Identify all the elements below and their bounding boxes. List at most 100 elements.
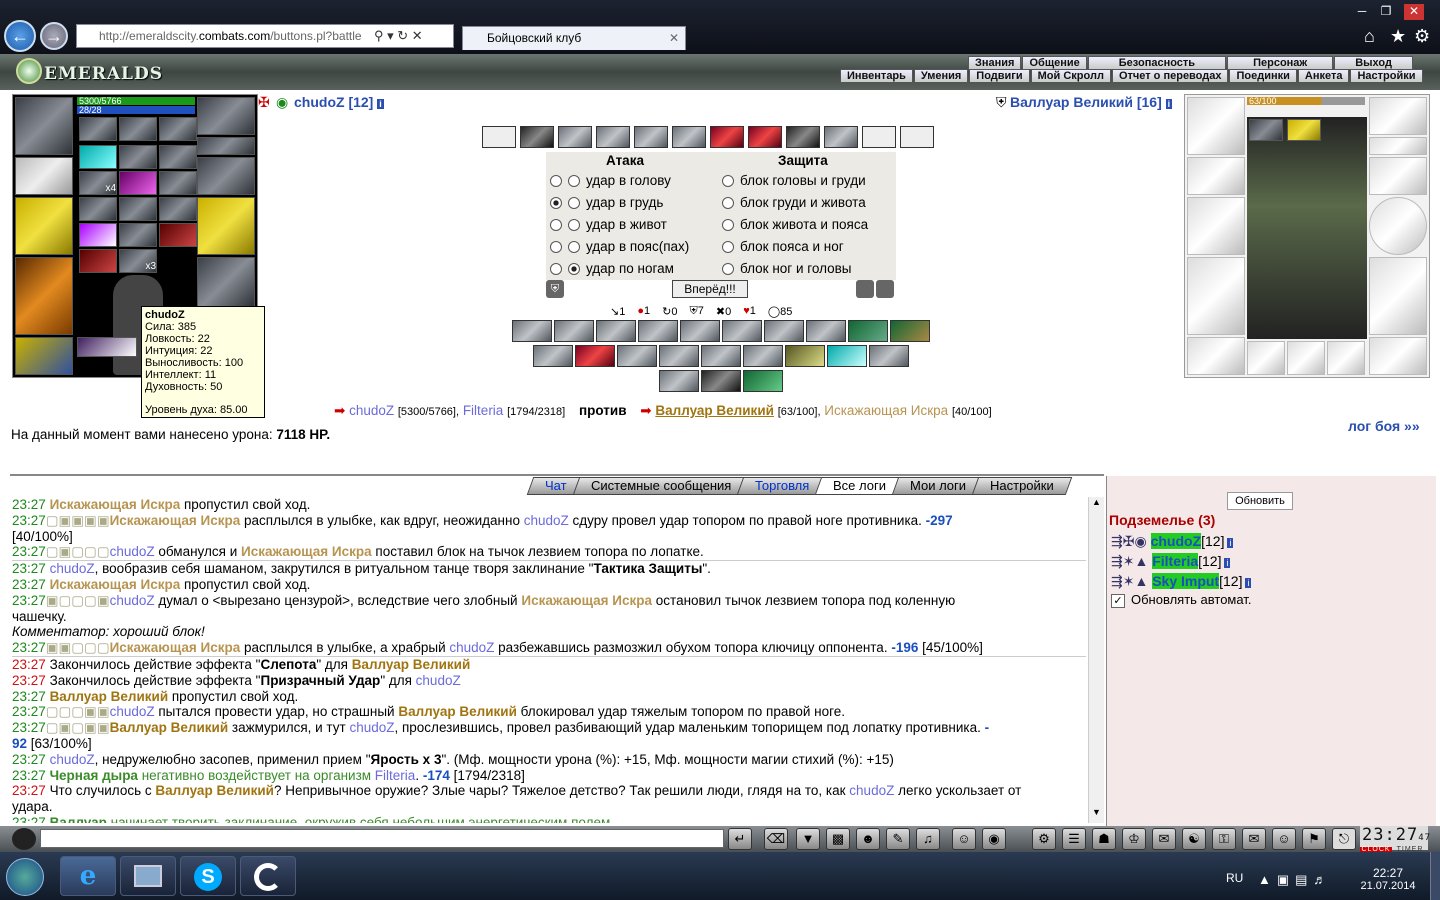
skill-button[interactable]	[512, 320, 552, 342]
effect-icon[interactable]	[596, 126, 630, 148]
menu-feats[interactable]: Подвиги	[969, 69, 1030, 83]
battle-log-link[interactable]: лог боя »»	[1348, 418, 1420, 434]
helmet-slot[interactable]	[1187, 97, 1245, 155]
menu-skills[interactable]: Умения	[913, 69, 969, 83]
auto-refresh[interactable]: ✓ Обновлять автомат.	[1111, 592, 1251, 608]
bracer-slot[interactable]	[15, 157, 73, 195]
language-indicator[interactable]: RU	[1226, 871, 1243, 885]
skill-button[interactable]	[659, 370, 699, 392]
close-icon[interactable]: ✕	[1404, 4, 1424, 20]
skill-button[interactable]	[827, 345, 867, 367]
scroll-down-icon[interactable]: ▼	[1090, 807, 1103, 823]
skill-button[interactable]	[659, 345, 699, 367]
menu-transfers[interactable]: Отчет о переводах	[1111, 69, 1229, 83]
player-name[interactable]: chudoZ	[294, 94, 345, 110]
menu-profile[interactable]: Анкета	[1297, 69, 1350, 83]
effect-icon[interactable]	[710, 126, 744, 148]
item-slot[interactable]	[79, 145, 117, 169]
belt-slot[interactable]	[1187, 337, 1245, 375]
lock-icon[interactable]: ⚿	[1212, 828, 1236, 850]
smile-menu-icon[interactable]	[12, 828, 36, 850]
helmet-slot[interactable]	[15, 97, 73, 155]
attack-radio[interactable]	[550, 197, 562, 210]
back-button[interactable]: ←	[4, 20, 36, 52]
item-slot[interactable]	[79, 249, 117, 273]
offhand-slot[interactable]	[197, 197, 255, 255]
skill-button[interactable]	[890, 320, 930, 342]
info-icon[interactable]: i	[1224, 558, 1231, 568]
tab-trade[interactable]: Торговля	[736, 477, 828, 495]
skill-button[interactable]	[680, 320, 720, 342]
info-icon[interactable]: i	[1227, 538, 1234, 548]
skill-button[interactable]	[722, 320, 762, 342]
block-radio[interactable]	[722, 175, 734, 188]
team1-player1[interactable]: chudoZ	[349, 403, 394, 418]
block-radio[interactable]	[722, 219, 734, 232]
attack-legs-row[interactable]: удар по ногам	[550, 261, 674, 276]
favorites-icon[interactable]: ★	[1390, 26, 1406, 47]
browser-tab[interactable]: Бойцовский клуб ✕	[462, 26, 686, 50]
item-slot[interactable]	[159, 223, 197, 247]
block-row[interactable]: блок ног и головы	[722, 261, 852, 276]
item-slot[interactable]	[119, 223, 157, 247]
effect-icon[interactable]	[748, 126, 782, 148]
item-slot[interactable]	[1327, 341, 1365, 375]
attack-radio[interactable]	[568, 219, 580, 232]
menu-security[interactable]: Безопасность	[1087, 56, 1227, 70]
skill-button[interactable]	[701, 370, 741, 392]
auto-refresh-checkbox[interactable]: ✓	[1111, 594, 1125, 608]
skill-button[interactable]	[848, 320, 888, 342]
item-slot[interactable]	[1249, 119, 1283, 141]
block-row[interactable]: блок головы и груди	[722, 173, 866, 188]
group-icon[interactable]: ☺	[1272, 828, 1296, 850]
translit-icon[interactable]: ✎	[886, 828, 910, 850]
gloves-slot[interactable]	[197, 157, 255, 195]
home-icon[interactable]: ⌂	[1364, 26, 1375, 47]
menu-exit[interactable]: Выход	[1334, 56, 1413, 70]
settings-gear-icon[interactable]: ⚙	[1414, 26, 1430, 47]
exit-icon[interactable]: ⎋	[1332, 828, 1356, 850]
armor-slot[interactable]	[1187, 257, 1245, 335]
item-slot[interactable]	[77, 337, 137, 357]
computer-taskbar-icon[interactable]	[120, 856, 176, 896]
info-icon[interactable]: i	[377, 99, 384, 109]
item-slot[interactable]	[159, 197, 197, 221]
search-icon[interactable]: ⚲ ▾ ↻ ✕	[374, 28, 423, 44]
enemy-name-header[interactable]: Валлуар Великий [16] i	[1010, 94, 1173, 110]
tab-my-logs[interactable]: Мои логи	[891, 477, 985, 495]
earring-slot[interactable]	[197, 97, 255, 135]
effect-icon[interactable]	[824, 126, 858, 148]
bracer-slot[interactable]	[1187, 157, 1245, 195]
palette-icon[interactable]: ◉	[982, 828, 1006, 850]
block-row[interactable]: блок пояса и ног	[722, 239, 844, 254]
forward-attack-button[interactable]: Вперёд!!!	[672, 280, 748, 298]
save-icon[interactable]: ▩	[826, 828, 850, 850]
member-name[interactable]: chudoZ	[1150, 533, 1202, 549]
attack-head-row[interactable]: удар в голову	[550, 173, 671, 188]
skill-button[interactable]	[554, 320, 594, 342]
effect-icon[interactable]	[520, 126, 554, 148]
attack-radio[interactable]	[568, 197, 580, 210]
shield-icon[interactable]	[856, 280, 874, 298]
minimize-icon[interactable]: ─	[1352, 4, 1372, 20]
inventory-icon[interactable]: ☗	[1092, 828, 1116, 850]
block-radio[interactable]	[722, 263, 734, 276]
refresh-button[interactable]: Обновить	[1227, 492, 1293, 510]
restore-icon[interactable]: ❐	[1376, 4, 1396, 20]
tab-settings[interactable]: Настройки	[971, 477, 1073, 495]
block-row[interactable]: блок живота и пояса	[722, 217, 868, 232]
filter-icon[interactable]: ▼	[796, 828, 820, 850]
item-slot[interactable]: x4	[79, 171, 117, 195]
earring-slot[interactable]	[1369, 97, 1427, 135]
chat-input[interactable]	[40, 829, 724, 848]
character-icon[interactable]: ⚙	[1032, 828, 1056, 850]
skill-button[interactable]	[764, 320, 804, 342]
skill-button[interactable]	[743, 345, 783, 367]
item-slot[interactable]	[159, 117, 197, 141]
info-icon[interactable]: i	[1245, 578, 1252, 588]
attack-radio[interactable]	[568, 175, 580, 188]
skill-button[interactable]	[806, 320, 846, 342]
menu-communication[interactable]: Общение	[1022, 56, 1087, 70]
attack-radio[interactable]	[568, 241, 580, 254]
chat-scrollbar[interactable]: ▲ ▼	[1088, 497, 1104, 823]
